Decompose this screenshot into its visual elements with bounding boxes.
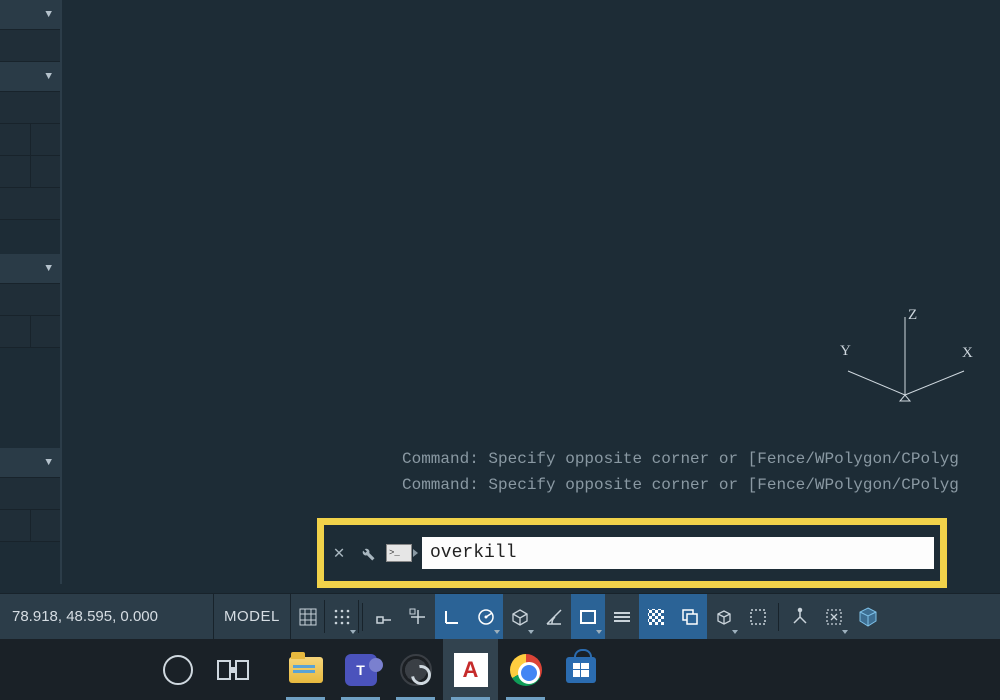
command-history-line: Command: Specify opposite corner or [Fen… xyxy=(402,448,1000,470)
polar-icon[interactable] xyxy=(469,594,503,639)
microsoft-store-button[interactable] xyxy=(553,639,608,700)
teams-icon: T xyxy=(345,654,377,686)
palette-dropdown-1[interactable]: ▼ xyxy=(0,0,60,30)
task-view-icon xyxy=(217,658,249,682)
transparency-icon[interactable] xyxy=(639,594,673,639)
palette-split-row[interactable] xyxy=(0,510,60,542)
ucs-y-label: Y xyxy=(840,343,851,359)
autocad-button[interactable]: A xyxy=(443,639,498,700)
palette-dropdown-2[interactable]: ▼ xyxy=(0,62,60,92)
3d-osnap-icon[interactable] xyxy=(707,594,741,639)
folder-icon xyxy=(289,657,323,683)
perp-icon[interactable] xyxy=(435,594,469,639)
osnap-rect-icon[interactable] xyxy=(571,594,605,639)
ucs-x-label: X xyxy=(962,345,973,361)
selection-cycling-icon[interactable] xyxy=(673,594,707,639)
close-icon[interactable]: ✕ xyxy=(330,542,348,564)
chrome-button[interactable] xyxy=(498,639,553,700)
file-explorer-button[interactable] xyxy=(278,639,333,700)
palette-split-row[interactable] xyxy=(0,124,60,156)
palette-dropdown-3[interactable]: ▼ xyxy=(0,254,60,284)
obs-button[interactable] xyxy=(388,639,443,700)
ortho-plus-icon[interactable] xyxy=(401,594,435,639)
model-space-button[interactable]: MODEL xyxy=(214,594,291,639)
angle-icon[interactable] xyxy=(537,594,571,639)
isometric-icon[interactable] xyxy=(503,594,537,639)
palette-slot[interactable] xyxy=(0,92,60,124)
command-history: Command: Specify opposite corner or [Fen… xyxy=(402,448,1000,496)
command-input[interactable] xyxy=(430,543,926,563)
filter-icon[interactable] xyxy=(783,594,817,639)
viewcube-icon[interactable] xyxy=(851,594,885,639)
rail-divider xyxy=(60,0,62,584)
chrome-icon xyxy=(510,654,542,686)
cortana-icon xyxy=(163,655,193,685)
obs-icon xyxy=(400,654,432,686)
snap-icon[interactable] xyxy=(367,594,401,639)
palette-slot[interactable] xyxy=(0,478,60,510)
left-palette-rail: ▼ ▼ ▼ ▼ xyxy=(0,0,60,584)
store-icon xyxy=(566,657,596,683)
dynamic-ucs-icon[interactable] xyxy=(741,594,775,639)
command-line-highlight: ✕ >_ xyxy=(317,518,947,588)
gizmo-icon[interactable] xyxy=(817,594,851,639)
palette-split-row[interactable] xyxy=(0,316,60,348)
palette-slot[interactable] xyxy=(0,188,60,220)
status-bar: 78.918, 48.595, 0.000 MODEL xyxy=(0,593,1000,639)
palette-dropdown-4[interactable]: ▼ xyxy=(0,448,60,478)
windows-taskbar: T A xyxy=(0,639,1000,700)
autocad-icon: A xyxy=(454,653,488,687)
palette-slot[interactable] xyxy=(0,30,60,62)
command-prompt-icon[interactable]: >_ xyxy=(386,544,412,562)
cortana-button[interactable] xyxy=(150,639,205,700)
palette-slot[interactable] xyxy=(0,284,60,316)
coordinates-readout[interactable]: 78.918, 48.595, 0.000 xyxy=(0,594,214,639)
linetype-icon[interactable] xyxy=(605,594,639,639)
command-input-wrap xyxy=(422,537,934,569)
wrench-icon[interactable] xyxy=(358,544,376,562)
teams-button[interactable]: T xyxy=(333,639,388,700)
ucs-z-label: Z xyxy=(908,307,917,323)
ucs-axes-icon: Z Y X xyxy=(830,305,980,425)
command-history-line: Command: Specify opposite corner or [Fen… xyxy=(402,474,1000,496)
task-view-button[interactable] xyxy=(205,639,260,700)
palette-split-row[interactable] xyxy=(0,156,60,188)
grid-dots-icon[interactable] xyxy=(325,594,359,639)
grid-icon[interactable] xyxy=(291,594,325,639)
